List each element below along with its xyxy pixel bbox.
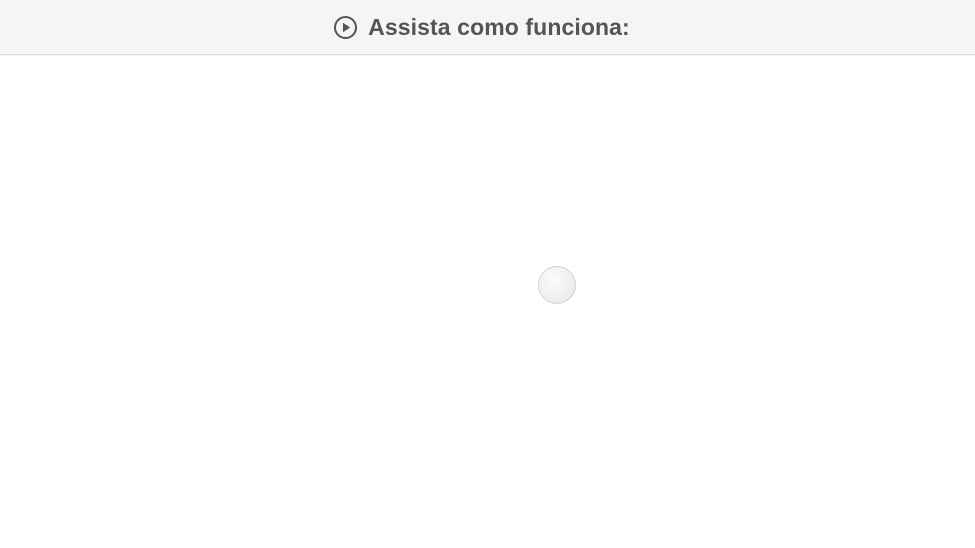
page: Assista como funciona: — [0, 0, 975, 548]
section-header: Assista como funciona: — [0, 0, 975, 55]
header-title: Assista como funciona: — [368, 13, 630, 40]
header-content: Assista como funciona: — [333, 14, 630, 41]
loading-spinner-icon — [538, 266, 576, 304]
video-embed-area[interactable] — [0, 56, 975, 548]
play-circle-icon — [333, 15, 358, 40]
